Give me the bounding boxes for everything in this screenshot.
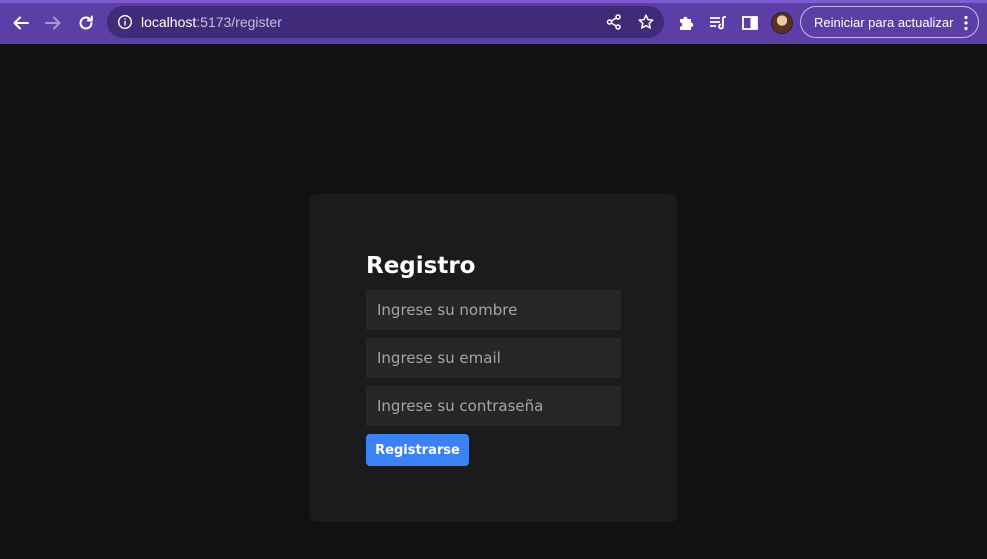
forward-icon	[45, 16, 61, 30]
forward-button[interactable]	[40, 10, 66, 36]
info-icon[interactable]	[117, 14, 133, 30]
star-icon[interactable]	[637, 13, 655, 31]
register-title: Registro	[366, 253, 476, 279]
share-icon[interactable]	[605, 13, 623, 31]
name-input[interactable]	[366, 290, 621, 330]
url-host: localhost	[141, 14, 197, 30]
email-input[interactable]	[366, 338, 621, 378]
password-input[interactable]	[366, 386, 621, 426]
browser-toolbar: localhost:5173/register Reiniciar para a…	[0, 0, 987, 44]
url-text: localhost:5173/register	[141, 13, 282, 31]
extensions-icon[interactable]	[676, 13, 696, 33]
back-icon	[13, 16, 29, 30]
reload-icon	[79, 15, 93, 30]
update-button-label: Reiniciar para actualizar	[814, 14, 954, 30]
side-panel-icon[interactable]	[740, 13, 760, 33]
update-button[interactable]: Reiniciar para actualizar	[800, 6, 979, 38]
register-card: Registro Registrarse	[310, 194, 677, 522]
back-button[interactable]	[8, 10, 34, 36]
address-bar[interactable]: localhost:5173/register	[107, 6, 664, 38]
register-button[interactable]: Registrarse	[366, 434, 469, 466]
profile-avatar[interactable]	[771, 12, 793, 34]
more-icon[interactable]	[964, 15, 968, 31]
url-path: :5173/register	[196, 14, 282, 30]
reload-button[interactable]	[73, 10, 99, 36]
reading-list-icon[interactable]	[708, 13, 728, 33]
